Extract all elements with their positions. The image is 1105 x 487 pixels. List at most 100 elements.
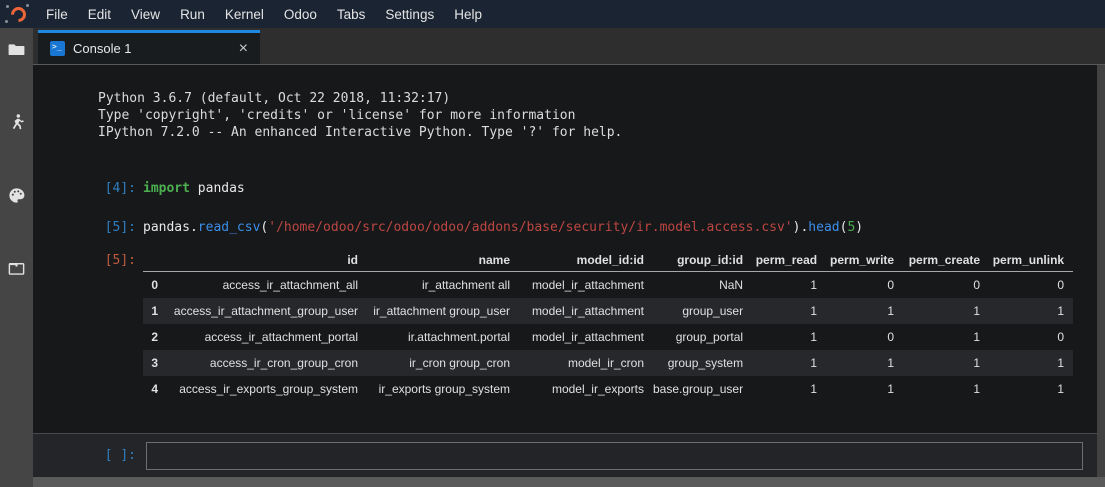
menu-help[interactable]: Help [444,7,492,22]
console-input[interactable] [146,442,1083,470]
df-cell: 0 [989,272,1073,299]
dataframe-table: idnamemodel_id:idgroup_id:idperm_readper… [143,249,1073,402]
bottom-strip [33,477,1105,487]
menu-settings[interactable]: Settings [375,7,444,22]
file-browser-icon[interactable] [0,40,33,113]
code-token: import [143,181,190,196]
df-body: 0access_ir_attachment_allir_attachment a… [143,272,1073,403]
df-cell: 0 [903,272,989,299]
df-cell: 1 [826,376,903,402]
menu-edit[interactable]: Edit [78,7,121,22]
df-header-cell: id [167,249,367,272]
df-cell: 1 [752,272,826,299]
df-index-cell: 0 [143,272,167,299]
code-cell: [4]: import pandas [33,180,1075,197]
df-cell: base.group_user [653,376,752,402]
menu-view[interactable]: View [121,7,170,22]
table-row: 4access_ir_exports_group_systemir_export… [143,376,1073,402]
table-row: 0access_ir_attachment_allir_attachment a… [143,272,1073,299]
df-cell: group_system [653,350,752,376]
menubar: FileEditViewRunKernelOdooTabsSettingsHel… [0,0,1105,28]
input-prompt-label: [5]: [33,219,136,236]
output-cell: [5]: idnamemodel_id:idgroup_id:idperm_re… [33,249,1075,402]
df-cell: access_ir_attachment_all [167,272,367,299]
code-line: pandas.read_csv('/home/odoo/src/odoo/odo… [143,219,863,236]
df-cell: 0 [989,324,1073,350]
df-cell: access_ir_attachment_group_user [167,298,367,324]
df-cell: ir_exports group_system [367,376,519,402]
df-header-cell: model_id:id [519,249,653,272]
menu-tabs[interactable]: Tabs [327,7,376,22]
left-sidebar [0,28,33,487]
console-icon: >_ [50,41,65,56]
tab-title: Console 1 [73,41,237,56]
running-sessions-icon[interactable] [0,113,33,186]
banner-line: IPython 7.2.0 -- An enhanced Interactive… [98,124,1075,141]
code-cell: [5]: pandas.read_csv('/home/odoo/src/odoo… [33,219,1075,236]
tab-close-icon[interactable]: × [237,42,250,56]
open-tabs-icon[interactable] [0,259,33,332]
df-cell: 1 [903,376,989,402]
df-index-cell: 1 [143,298,167,324]
table-row: 3access_ir_cron_group_cronir_cron group_… [143,350,1073,376]
code-token: ). [793,220,809,235]
code-token: pandas [190,181,245,196]
df-header-cell: perm_write [826,249,903,272]
df-cell: NaN [653,272,752,299]
tab-console-1[interactable]: >_ Console 1 × [38,30,260,64]
df-cell: 1 [989,298,1073,324]
df-index-cell: 3 [143,350,167,376]
df-cell: 1 [903,298,989,324]
df-cell: 1 [752,298,826,324]
menu-kernel[interactable]: Kernel [215,7,274,22]
palette-icon[interactable] [0,186,33,259]
console-panel: Python 3.6.7 (default, Oct 22 2018, 11:3… [33,65,1105,487]
code-token: pandas. [143,220,198,235]
df-cell: 1 [903,350,989,376]
scrollbar-gutter [1097,65,1105,477]
output-prompt: [5]: [33,249,136,268]
df-header-cell: group_id:id [653,249,752,272]
df-cell: 1 [826,298,903,324]
banner-line: Python 3.6.7 (default, Oct 22 2018, 11:3… [98,90,1075,107]
df-header-cell [143,249,167,272]
code-cells: [4]: import pandas [5]: pandas.read_csv('/h… [33,180,1075,236]
df-cell: 0 [826,324,903,350]
df-cell: access_ir_attachment_portal [167,324,367,350]
df-cell: 1 [989,376,1073,402]
df-cell: 1 [989,350,1073,376]
df-cell: model_ir_exports [519,376,653,402]
df-cell: model_ir_attachment [519,272,653,299]
kernel-banner: Python 3.6.7 (default, Oct 22 2018, 11:3… [98,90,1075,141]
df-cell: model_ir_attachment [519,298,653,324]
df-cell: 1 [752,350,826,376]
df-header-cell: perm_unlink [989,249,1073,272]
df-cell: model_ir_cron [519,350,653,376]
df-cell: 1 [826,350,903,376]
code-token: read_csv [198,220,261,235]
menu-run[interactable]: Run [170,7,215,22]
code-token: head [808,220,839,235]
df-cell: access_ir_cron_group_cron [167,350,367,376]
banner-line: Type 'copyright', 'credits' or 'license'… [98,107,1075,124]
df-cell: 1 [752,376,826,402]
menu-file[interactable]: File [36,7,78,22]
df-header-row: idnamemodel_id:idgroup_id:idperm_readper… [143,249,1073,272]
df-index-cell: 4 [143,376,167,402]
df-cell: ir_attachment all [367,272,519,299]
df-header-cell: perm_create [903,249,989,272]
menubar-items: FileEditViewRunKernelOdooTabsSettingsHel… [36,7,492,22]
input-prompt-label: [4]: [33,180,136,197]
menu-odoo[interactable]: Odoo [274,7,327,22]
table-row: 2access_ir_attachment_portalir.attachmen… [143,324,1073,350]
df-index-cell: 2 [143,324,167,350]
input-prompt: [ ]: [33,448,136,463]
tab-bar: >_ Console 1 × [33,28,1105,65]
console-cells: Python 3.6.7 (default, Oct 22 2018, 11:3… [33,65,1105,433]
df-cell: 1 [752,324,826,350]
df-cell: ir_cron group_cron [367,350,519,376]
code-token: '/home/odoo/src/odoo/odoo/addons/base/se… [268,220,792,235]
df-cell: 1 [903,324,989,350]
df-cell: ir.attachment.portal [367,324,519,350]
odoo-logo-icon [0,0,36,28]
